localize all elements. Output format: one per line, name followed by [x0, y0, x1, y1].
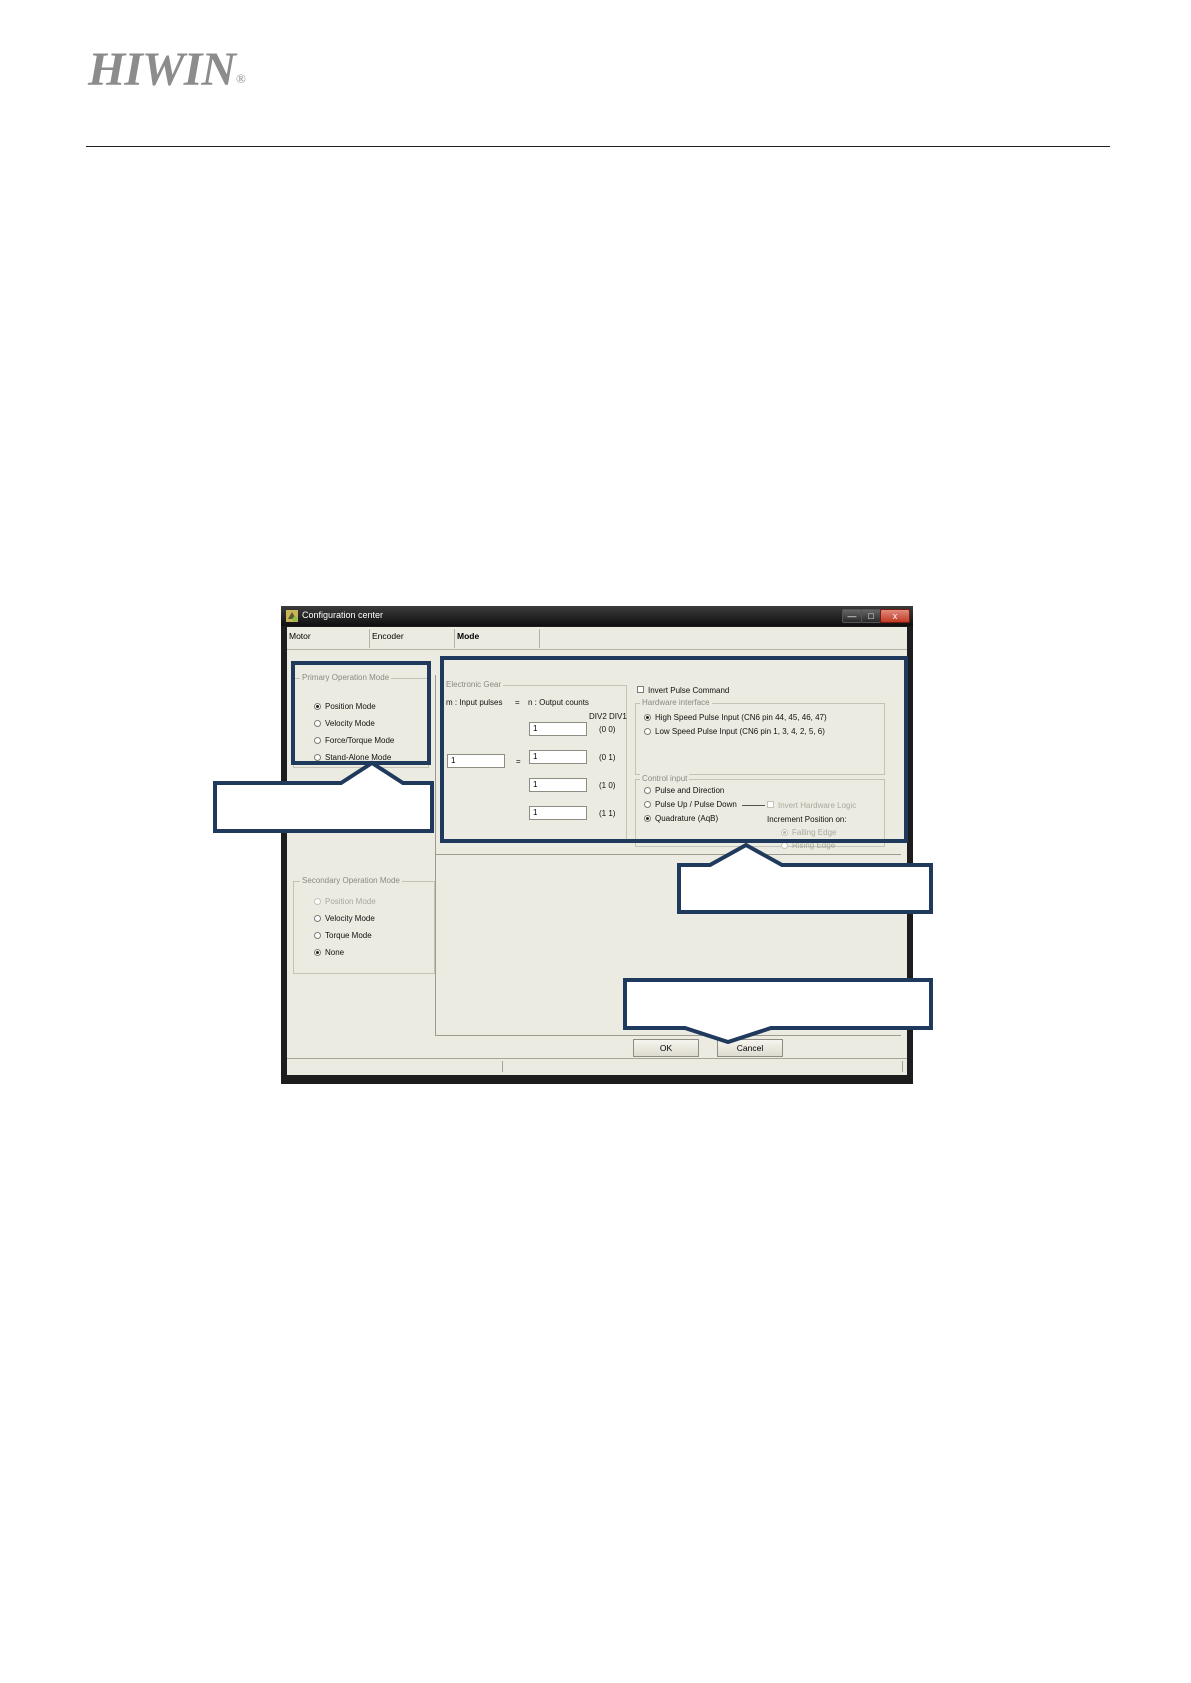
radio-secondary-velocity-mode[interactable]: [314, 915, 321, 922]
status-bar: [287, 1058, 907, 1074]
radio-force-torque-mode[interactable]: [314, 737, 321, 744]
n-field-01[interactable]: 1: [529, 750, 587, 764]
radio-secondary-position-mode: [314, 898, 321, 905]
m-input-field[interactable]: 1: [447, 754, 505, 768]
radio-rising-edge: [781, 842, 788, 849]
secondary-mode-title: Secondary Operation Mode: [300, 876, 402, 885]
n-field-11[interactable]: 1: [529, 806, 587, 820]
label-position-mode: Position Mode: [325, 702, 376, 711]
code-11: (1 1): [599, 809, 616, 818]
cancel-button[interactable]: Cancel: [717, 1039, 783, 1057]
right-panel-left-border: [435, 675, 436, 1035]
right-panel-bottom-border: [435, 1035, 901, 1036]
radio-position-mode[interactable]: [314, 703, 321, 710]
radio-high-speed-pulse[interactable]: [644, 714, 651, 721]
label-pulse-up-down: Pulse Up / Pulse Down: [655, 800, 737, 809]
code-10: (1 0): [599, 781, 616, 790]
invert-hw-logic-label: Invert Hardware Logic: [778, 801, 857, 810]
label-velocity-mode: Velocity Mode: [325, 719, 375, 728]
tab-strip-divider: [287, 649, 907, 650]
minimize-button[interactable]: —: [842, 609, 862, 623]
app-icon: [285, 609, 299, 623]
invert-pulse-label: Invert Pulse Command: [648, 686, 730, 695]
radio-quadrature[interactable]: [644, 815, 651, 822]
tab-mode[interactable]: Mode: [455, 629, 540, 648]
equals-top: =: [515, 698, 520, 707]
control-input-title: Control input: [640, 774, 690, 783]
maximize-button[interactable]: □: [861, 609, 881, 623]
label-secondary-position-mode: Position Mode: [325, 897, 376, 906]
window-title: Configuration center: [302, 610, 384, 620]
radio-low-speed-pulse[interactable]: [644, 728, 651, 735]
client-area: Motor Encoder Mode Primary Operation Mod…: [287, 627, 907, 1075]
connector-line: [742, 805, 765, 806]
equals-mid: =: [516, 757, 521, 766]
n-field-00[interactable]: 1: [529, 722, 587, 736]
label-secondary-torque-mode: Torque Mode: [325, 931, 372, 940]
tab-motor[interactable]: Motor: [287, 629, 370, 648]
hiwin-logo: HIWIN®: [88, 43, 246, 96]
label-stand-alone-mode: Stand-Alone Mode: [325, 753, 392, 762]
radio-secondary-none[interactable]: [314, 949, 321, 956]
primary-mode-title: Primary Operation Mode: [300, 673, 392, 682]
n-output-counts-label: n : Output counts: [528, 698, 589, 707]
label-secondary-velocity-mode: Velocity Mode: [325, 914, 375, 923]
m-input-pulses-label: m : Input pulses: [446, 698, 503, 707]
hardware-interface-title: Hardware interface: [640, 698, 712, 707]
status-segment-1: [502, 1061, 503, 1072]
radio-velocity-mode[interactable]: [314, 720, 321, 727]
invert-hw-logic-checkbox: [767, 801, 774, 808]
label-quadrature: Quadrature (AqB): [655, 814, 719, 823]
ok-button[interactable]: OK: [633, 1039, 699, 1057]
status-segment-2: [902, 1061, 903, 1072]
right-panel-divider: [435, 854, 901, 855]
label-pulse-direction: Pulse and Direction: [655, 786, 725, 795]
label-low-speed-pulse: Low Speed Pulse Input (CN6 pin 1, 3, 4, …: [655, 727, 825, 736]
code-01: (0 1): [599, 753, 616, 762]
close-button[interactable]: x: [880, 609, 910, 623]
label-high-speed-pulse: High Speed Pulse Input (CN6 pin 44, 45, …: [655, 713, 827, 722]
invert-pulse-checkbox[interactable]: [637, 686, 644, 693]
electronic-gear-title: Electronic Gear: [444, 680, 504, 689]
configuration-window: Configuration center — □ x Motor Encoder…: [281, 606, 913, 1084]
label-rising-edge: Rising Edge: [792, 841, 836, 850]
header-rule: [86, 146, 1110, 147]
title-bar[interactable]: Configuration center — □ x: [281, 606, 913, 626]
tab-encoder[interactable]: Encoder: [370, 629, 455, 648]
increment-position-label: Increment Position on:: [767, 815, 847, 824]
n-field-10[interactable]: 1: [529, 778, 587, 792]
code-00: (0 0): [599, 725, 616, 734]
secondary-mode-group: Secondary Operation Mode: [293, 876, 435, 974]
radio-secondary-torque-mode[interactable]: [314, 932, 321, 939]
label-force-torque-mode: Force/Torque Mode: [325, 736, 395, 745]
div-header: DIV2 DIV1: [589, 712, 627, 721]
radio-pulse-up-down[interactable]: [644, 801, 651, 808]
radio-stand-alone-mode[interactable]: [314, 754, 321, 761]
radio-falling-edge: [781, 829, 788, 836]
label-secondary-none: None: [325, 948, 345, 957]
radio-pulse-direction[interactable]: [644, 787, 651, 794]
label-falling-edge: Falling Edge: [792, 828, 837, 837]
